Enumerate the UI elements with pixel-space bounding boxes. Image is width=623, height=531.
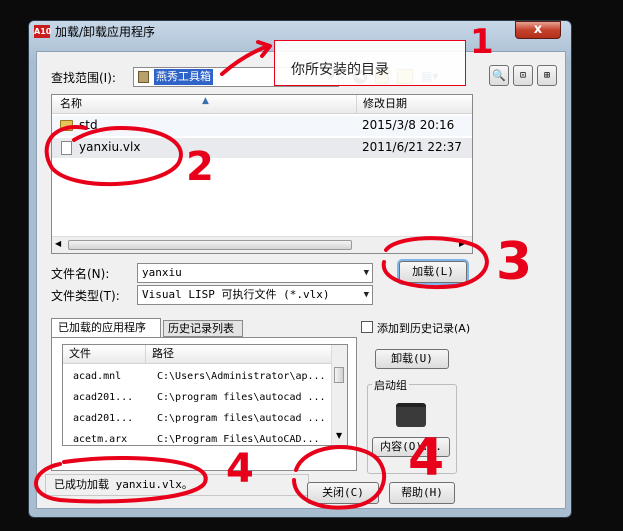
annotation-number-4: 4 <box>408 428 445 488</box>
circle-annotation-files <box>44 125 183 187</box>
circle-annotation-load <box>381 236 489 289</box>
arrow-annotation <box>220 40 272 76</box>
annotation-number-2: 2 <box>186 144 214 190</box>
annotation-number-1: 1 <box>470 22 494 62</box>
circle-annotation-status <box>34 456 208 504</box>
annotation-number-4: 4 <box>226 446 254 492</box>
annotation-number-3: 3 <box>496 232 533 292</box>
circle-annotation-close <box>292 445 387 510</box>
